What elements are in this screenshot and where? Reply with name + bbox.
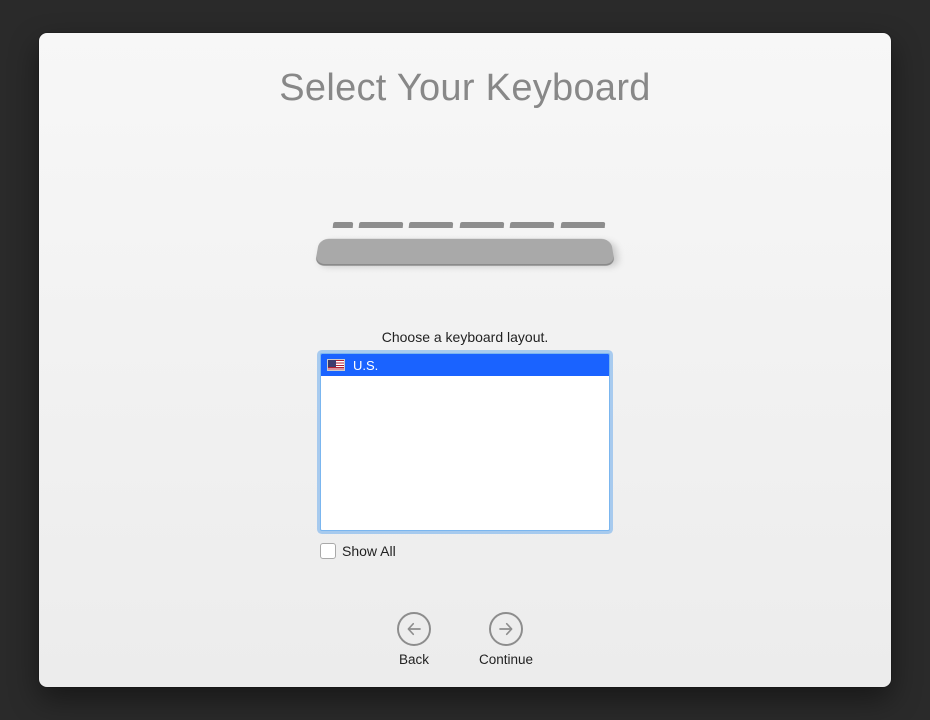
page-title: Select Your Keyboard: [279, 67, 651, 110]
nav-bar: Back Continue: [39, 612, 891, 667]
keyboard-layout-option[interactable]: U.S.: [321, 354, 609, 376]
us-flag-icon: [327, 359, 345, 371]
keyboard-illustration: [315, 208, 615, 264]
continue-button-label: Continue: [479, 652, 533, 667]
keyboard-layout-listbox[interactable]: U.S.: [320, 353, 610, 531]
back-button[interactable]: Back: [397, 612, 431, 667]
setup-assistant-window: Select Your Keyboard Choose a keyboard l…: [39, 33, 891, 687]
arrow-left-icon: [397, 612, 431, 646]
show-all-label: Show All: [342, 543, 396, 559]
keyboard-layout-option-label: U.S.: [353, 358, 378, 373]
continue-button[interactable]: Continue: [479, 612, 533, 667]
show-all-checkbox[interactable]: [320, 543, 336, 559]
show-all-row: Show All: [320, 543, 610, 559]
back-button-label: Back: [399, 652, 429, 667]
keyboard-layout-prompt: Choose a keyboard layout.: [382, 329, 549, 345]
arrow-right-icon: [489, 612, 523, 646]
